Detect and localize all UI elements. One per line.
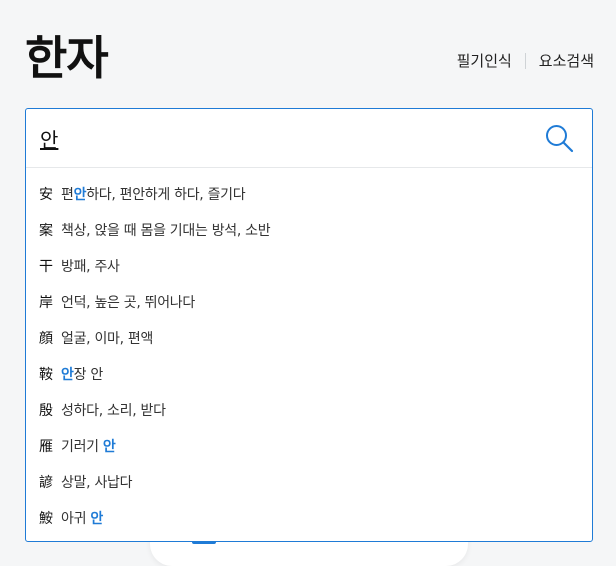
suggestion-meaning: 방패, 주사 bbox=[61, 256, 120, 276]
highlighted-text: 안 bbox=[102, 439, 116, 455]
search-row bbox=[26, 109, 592, 168]
meaning-text: 책상, 앉을 때 몸을 기대는 방석, 소반 bbox=[61, 223, 271, 239]
meaning-text: 아귀 bbox=[61, 511, 91, 527]
highlighted-text: 안 bbox=[61, 367, 74, 383]
suggestion-meaning: 아귀 안 bbox=[61, 508, 103, 528]
meaning-text: 상말, 사납다 bbox=[61, 475, 133, 491]
suggestion-item[interactable]: 雁 기러기 안 bbox=[26, 428, 592, 464]
suggestion-hanja: 顔 bbox=[39, 331, 53, 347]
suggestion-hanja: 岸 bbox=[39, 295, 53, 311]
suggestion-hanja: 案 bbox=[39, 223, 53, 239]
suggestion-item[interactable]: 顔 얼굴, 이마, 편액 bbox=[26, 320, 592, 356]
page-title: 한자 bbox=[25, 31, 109, 85]
header-links: 필기인식 요소검색 bbox=[457, 50, 594, 71]
suggestion-meaning: 책상, 앉을 때 몸을 기대는 방석, 소반 bbox=[61, 220, 271, 240]
meaning-text: 장 안 bbox=[73, 367, 104, 383]
search-box: 安편안하다, 편안하게 하다, 즐기다案책상, 앉을 때 몸을 기대는 방석, … bbox=[25, 108, 593, 542]
meaning-text: 방패, 주사 bbox=[61, 259, 120, 275]
suggestion-meaning: 얼굴, 이마, 편액 bbox=[61, 328, 153, 348]
suggestion-meaning: 언덕, 높은 곳, 뛰어나다 bbox=[61, 292, 195, 312]
meaning-text: 성하다, 소리, 받다 bbox=[61, 403, 166, 419]
suggestion-item[interactable]: 安 편안하다, 편안하게 하다, 즐기다 bbox=[26, 176, 592, 212]
search-input[interactable] bbox=[40, 123, 520, 153]
meaning-text: 하다, 편안하게 하다, 즐기다 bbox=[86, 187, 246, 203]
header: 한자 필기인식 요소검색 bbox=[0, 0, 616, 100]
radical-search-link[interactable]: 요소검색 bbox=[539, 50, 594, 71]
suggestion-hanja: 安 bbox=[39, 187, 53, 203]
highlighted-text: 안 bbox=[90, 511, 103, 527]
autocomplete-list: 安 편안하다, 편안하게 하다, 즐기다 案 책상, 앉을 때 몸을 기대는 방석, … bbox=[26, 176, 592, 536]
suggestion-meaning: 상말, 사납다 bbox=[61, 472, 133, 492]
suggestion-item[interactable]: 殷 성하다, 소리, 받다 bbox=[26, 392, 592, 428]
suggestion-meaning: 안장 안 bbox=[61, 364, 103, 384]
highlighted-text: 안 bbox=[73, 187, 87, 203]
suggestion-hanja: 雁 bbox=[39, 439, 53, 455]
link-divider bbox=[524, 52, 526, 69]
meaning-text: 기러기 bbox=[61, 439, 103, 455]
suggestion-hanja: 干 bbox=[39, 259, 53, 275]
suggestion-hanja: 鞍 bbox=[39, 367, 53, 383]
suggestion-hanja: 鮟 bbox=[39, 511, 53, 527]
suggestion-item[interactable]: 案 책상, 앉을 때 몸을 기대는 방석, 소반 bbox=[26, 212, 592, 248]
suggestion-meaning: 성하다, 소리, 받다 bbox=[61, 400, 166, 420]
meaning-text: 얼굴, 이마, 편액 bbox=[61, 331, 154, 347]
suggestion-item[interactable]: 干 방패, 주사 bbox=[26, 248, 592, 284]
handwriting-recognition-link[interactable]: 필기인식 bbox=[457, 50, 512, 71]
suggestion-item[interactable]: 諺 상말, 사납다 bbox=[26, 464, 592, 500]
search-icon[interactable] bbox=[544, 123, 574, 153]
suggestion-item[interactable]: 鞍 안장 안 bbox=[26, 356, 592, 392]
suggestion-hanja: 諺 bbox=[39, 475, 53, 491]
suggestion-hanja: 殷 bbox=[39, 403, 53, 419]
suggestion-item[interactable]: 鮟 아귀 안 bbox=[26, 500, 592, 536]
meaning-text: 언덕, 높은 곳, 뛰어나다 bbox=[61, 295, 195, 311]
suggestion-item[interactable]: 岸 언덕, 높은 곳, 뛰어나다 bbox=[26, 284, 592, 320]
suggestion-meaning: 편안하다, 편안하게 하다, 즐기다 bbox=[61, 184, 246, 204]
suggestion-meaning: 기러기 안 bbox=[61, 436, 116, 456]
meaning-text: 편 bbox=[61, 187, 74, 203]
